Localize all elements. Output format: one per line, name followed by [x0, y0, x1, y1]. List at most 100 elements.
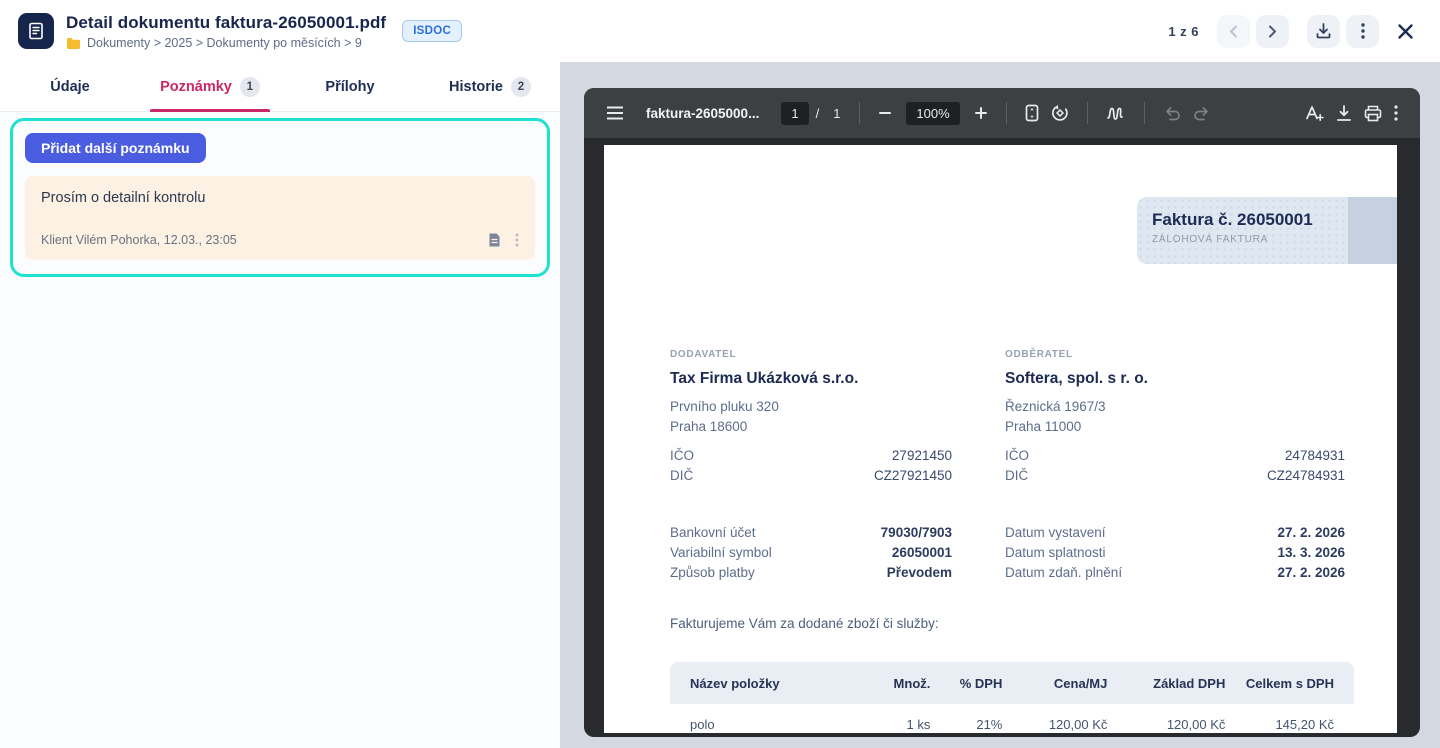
cell-base: 120,00 Kč: [1107, 717, 1225, 732]
tab-udaje[interactable]: Údaje: [0, 62, 140, 111]
redo-button[interactable]: [1187, 100, 1217, 127]
page-title: Detail dokumentu faktura-26050001.pdf: [66, 13, 386, 33]
dic-label: DIČ: [670, 466, 693, 486]
app-header: Detail dokumentu faktura-26050001.pdf Do…: [0, 0, 1440, 62]
close-button[interactable]: [1389, 15, 1422, 48]
pdf-viewer: faktura-2605000... 1 / 1 100%: [584, 88, 1420, 737]
tab-count-badge: 2: [511, 77, 531, 97]
isdoc-badge: ISDOC: [402, 20, 462, 42]
toolbar-divider: [859, 102, 860, 124]
note-document-icon: [488, 232, 501, 248]
page-separator: /: [816, 106, 820, 121]
date-value: 13. 3. 2026: [1277, 543, 1345, 563]
tab-historie[interactable]: Historie 2: [420, 62, 560, 111]
table-header-row: Název položky Množ. % DPH Cena/MJ Základ…: [670, 662, 1354, 704]
cell-unit-price: 120,00 Kč: [1002, 717, 1107, 732]
note-menu-button[interactable]: [515, 233, 519, 247]
breadcrumb[interactable]: Dokumenty > 2025 > Dokumenty po měsících…: [66, 36, 386, 50]
add-text-annotation-button[interactable]: [1298, 98, 1330, 128]
date-value: 27. 2. 2026: [1277, 523, 1345, 543]
date-value: 27. 2. 2026: [1277, 563, 1345, 583]
invoice-subtitle: ZÁLOHOVÁ FAKTURA: [1152, 234, 1348, 245]
kebab-menu-icon: [1361, 23, 1365, 39]
payment-block: Bankovní účet 79030/7903 Variabilní symbo…: [670, 523, 952, 583]
cell-vat: 21%: [930, 717, 1002, 732]
pdf-filename: faktura-2605000...: [646, 106, 759, 121]
redo-icon: [1193, 106, 1211, 121]
customer-label: ODBĚRATEL: [1005, 349, 1345, 360]
supplier-name: Tax Firma Ukázková s.r.o.: [670, 370, 952, 388]
note-card: Prosím o detailní kontrolu Klient Vilém …: [25, 176, 535, 260]
zoom-in-button[interactable]: [968, 100, 994, 126]
supplier-block: DODAVATEL Tax Firma Ukázková s.r.o. Prvn…: [670, 349, 952, 486]
download-icon: [1336, 105, 1352, 122]
chevron-right-icon: [1268, 25, 1277, 38]
cell-quantity: 1 ks: [858, 717, 930, 732]
tab-label: Přílohy: [325, 79, 374, 95]
pdf-sidebar-toggle-button[interactable]: [600, 100, 630, 126]
download-icon: [1316, 23, 1331, 39]
rotate-button[interactable]: [1045, 98, 1075, 128]
supplier-address: Praha 18600: [670, 417, 952, 437]
ico-label: IČO: [670, 446, 694, 466]
customer-name: Softera, spol. s r. o.: [1005, 370, 1345, 388]
fit-page-icon: [1025, 104, 1039, 122]
payment-value: 79030/7903: [881, 523, 952, 543]
col-header: Cena/MJ: [1002, 676, 1107, 691]
invoice-header-box: Faktura č. 26050001 ZÁLOHOVÁ FAKTURA: [1137, 197, 1397, 264]
tab-count-badge: 1: [240, 77, 260, 97]
note-text: Prosím o detailní kontrolu: [41, 190, 519, 206]
toolbar-divider: [1087, 102, 1088, 124]
date-label: Datum zdaň. plnění: [1005, 563, 1122, 583]
tab-label: Poznámky: [160, 79, 232, 95]
date-label: Datum splatnosti: [1005, 543, 1106, 563]
annotate-draw-button[interactable]: [1100, 99, 1132, 127]
supplier-label: DODAVATEL: [670, 349, 952, 360]
add-note-button[interactable]: Přidat další poznámku: [25, 133, 206, 163]
notes-highlight-box: Přidat další poznámku Prosím o detailní …: [10, 118, 550, 277]
prev-document-button[interactable]: [1217, 15, 1250, 48]
plus-icon: [974, 106, 988, 120]
col-header: Název položky: [690, 676, 858, 691]
hamburger-menu-icon: [606, 106, 624, 120]
download-document-button[interactable]: [1307, 15, 1340, 48]
invoice-number: Faktura č. 26050001: [1152, 210, 1348, 230]
chevron-left-icon: [1229, 25, 1238, 38]
undo-icon: [1163, 106, 1181, 121]
note-document-button[interactable]: [488, 232, 501, 248]
fit-page-button[interactable]: [1019, 98, 1045, 128]
document-type-icon: [18, 13, 54, 49]
dic-value: CZ27921450: [874, 466, 952, 486]
payment-label: Variabilní symbol: [670, 543, 772, 563]
payment-value: Převodem: [887, 563, 952, 583]
invoice-header-accent: [1348, 197, 1397, 264]
zoom-out-button[interactable]: [872, 100, 898, 126]
payment-label: Bankovní účet: [670, 523, 756, 543]
ico-value: 27921450: [892, 446, 952, 466]
folder-icon: [66, 37, 81, 49]
note-meta: Klient Vilém Pohorka, 12.03., 23:05: [41, 233, 474, 247]
tab-prilohy[interactable]: Přílohy: [280, 62, 420, 111]
customer-address: Praha 11000: [1005, 417, 1345, 437]
dates-block: Datum vystavení 27. 2. 2026 Datum splatno…: [1005, 523, 1345, 583]
document-menu-button[interactable]: [1346, 15, 1379, 48]
payment-label: Způsob platby: [670, 563, 755, 583]
date-label: Datum vystavení: [1005, 523, 1106, 543]
pdf-print-button[interactable]: [1358, 99, 1388, 128]
toolbar-divider: [1006, 102, 1007, 124]
next-document-button[interactable]: [1256, 15, 1289, 48]
undo-button[interactable]: [1157, 100, 1187, 127]
supplier-address: Prvního pluku 320: [670, 397, 952, 417]
pen-squiggle-icon: [1106, 105, 1126, 121]
pdf-download-button[interactable]: [1330, 99, 1358, 128]
col-header: Množ.: [858, 676, 930, 691]
tab-poznamky[interactable]: Poznámky 1: [140, 62, 280, 111]
zoom-level[interactable]: 100%: [906, 102, 959, 125]
pdf-menu-button[interactable]: [1388, 99, 1404, 127]
invoice-intro: Fakturujeme Vám za dodané zboží či služb…: [670, 616, 939, 631]
tab-label: Historie: [449, 79, 503, 95]
rotate-ccw-icon: [1051, 104, 1069, 122]
toolbar-divider: [1144, 102, 1145, 124]
col-header: Celkem s DPH: [1225, 676, 1334, 691]
pdf-page-input[interactable]: 1: [781, 102, 808, 125]
